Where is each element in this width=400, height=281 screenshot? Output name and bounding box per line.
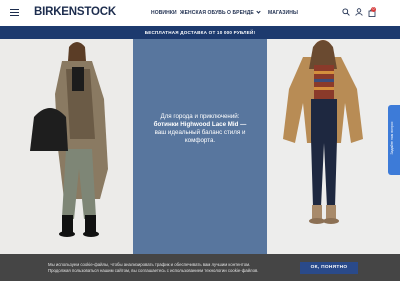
hero-image-right[interactable] <box>267 39 400 254</box>
cookie-message-line-2: Продолжая пользоваться нашим сайтом, вы … <box>48 268 259 273</box>
chevron-down-icon <box>256 9 261 14</box>
hero-text-panel[interactable]: Для города и приключений: ботинки Highwo… <box>133 39 267 254</box>
hero-caption-line-4: комфорта. <box>184 137 216 144</box>
hero-caption-highlight: ботинки Highwood Lace Mid — <box>153 121 247 128</box>
cookie-message: Мы используем cookie-файлы, чтобы анализ… <box>48 262 298 274</box>
nav-item-new[interactable]: НОВИНКИ <box>151 10 177 16</box>
site-header: BIRKENSTOCK НОВИНКИ ЖЕНСКАЯ ОБУВЬ О БРЕН… <box>0 0 400 26</box>
cookie-accept-button[interactable]: ОК, ПОНЯТНО <box>300 262 358 274</box>
ask-question-tab[interactable]: Задайте нам вопрос <box>388 105 400 175</box>
hero-caption-line-2: ботинки Highwood Lace Mid — <box>141 121 259 129</box>
nav-item-stores[interactable]: МАГАЗИНЫ <box>268 10 298 16</box>
cookie-banner: Мы используем cookie-файлы, чтобы анализ… <box>0 254 400 281</box>
model-photo-right <box>267 39 400 254</box>
search-icon[interactable] <box>342 8 350 16</box>
nav-item-womens-shoes[interactable]: ЖЕНСКАЯ ОБУВЬ <box>180 10 226 16</box>
ask-question-label: Задайте нам вопрос <box>390 121 394 155</box>
hero-caption-line-3: ваш идеальный баланс стиля и <box>154 129 246 136</box>
hero-caption-line-1: Для города и приключений: <box>160 113 240 120</box>
menu-icon[interactable] <box>10 9 19 16</box>
hero-image-left[interactable] <box>0 39 133 254</box>
brand-logo[interactable]: BIRKENSTOCK <box>34 6 116 18</box>
user-icon[interactable] <box>355 8 363 16</box>
hero-caption: Для города и приключений: ботинки Highwo… <box>141 113 259 145</box>
nav-item-about-brand-label: О БРЕНДЕ <box>227 10 254 16</box>
promo-banner[interactable]: БЕСПЛАТНАЯ ДОСТАВКА ОТ 10 000 РУБЛЕЙ! <box>0 26 400 39</box>
cart-count-badge: 0 <box>371 7 376 12</box>
nav-item-about-brand[interactable]: О БРЕНДЕ <box>227 9 261 16</box>
model-photo-left <box>0 39 133 254</box>
